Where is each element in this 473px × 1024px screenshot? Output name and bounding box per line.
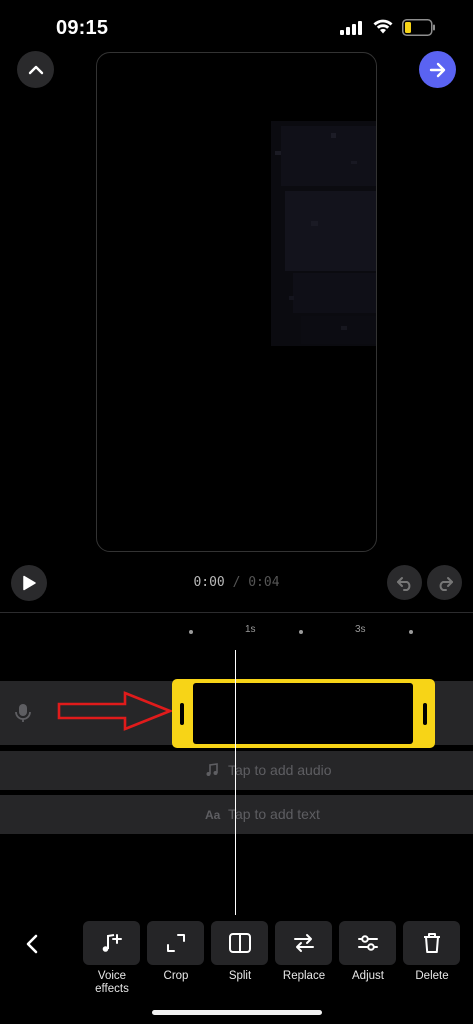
- ruler-label: 1s: [245, 624, 256, 635]
- next-button[interactable]: [419, 51, 456, 88]
- ruler-tick: [409, 630, 413, 634]
- battery-icon: [402, 19, 435, 36]
- time-separator: /: [232, 575, 241, 590]
- text-icon: Aa: [205, 808, 221, 822]
- sliders-icon: [357, 935, 378, 951]
- delete-icon-box: [403, 921, 460, 965]
- chevron-left-icon: [26, 934, 38, 954]
- home-indicator[interactable]: [152, 1010, 322, 1015]
- adjust-icon-box: [339, 921, 396, 965]
- add-audio-label: Tap to add audio: [228, 762, 332, 778]
- status-time: 09:15: [56, 17, 109, 39]
- status-bar: 09:15: [0, 0, 473, 56]
- voice-effects-icon-box: [83, 921, 140, 965]
- adjust-button[interactable]: Adjust: [339, 921, 397, 983]
- annotation-arrow: [57, 691, 173, 731]
- add-text-label: Tap to add text: [228, 806, 320, 822]
- replace-label: Replace: [282, 970, 326, 982]
- collapse-button[interactable]: [17, 51, 54, 88]
- undo-icon: [396, 576, 410, 591]
- video-clip[interactable]: [172, 679, 435, 748]
- chevron-up-icon: [28, 65, 43, 74]
- current-time: 0:00: [193, 575, 225, 590]
- playhead[interactable]: [235, 650, 236, 915]
- timeline-ruler: 1s 3s: [0, 620, 473, 644]
- delete-label: Delete: [415, 970, 449, 982]
- split-icon: [228, 933, 251, 953]
- redo-icon: [439, 576, 453, 591]
- total-duration: 0:04: [248, 575, 280, 590]
- text-track[interactable]: Aa Tap to add text: [0, 795, 473, 834]
- ruler-tick: [189, 630, 193, 634]
- undo-button[interactable]: [387, 565, 422, 600]
- crop-icon-box: [147, 921, 204, 965]
- preview-video-content: [271, 121, 376, 346]
- wifi-icon: [373, 19, 393, 34]
- trash-icon: [423, 933, 440, 953]
- ruler-tick: [299, 630, 303, 634]
- music-note-icon: [206, 763, 218, 776]
- crop-button[interactable]: Crop: [147, 921, 205, 983]
- clip-left-trim-handle[interactable]: [180, 703, 184, 725]
- voice-effects-button[interactable]: Voice effects: [83, 921, 141, 996]
- audio-track[interactable]: Tap to add audio: [0, 751, 473, 790]
- cellular-signal-icon: [340, 21, 362, 35]
- clip-thumbnail: [193, 683, 413, 744]
- replace-icon: [293, 934, 314, 952]
- crop-icon: [166, 934, 185, 952]
- back-button[interactable]: [20, 930, 44, 958]
- voice-effects-label: Voice effects: [95, 970, 129, 995]
- split-button[interactable]: Split: [211, 921, 269, 983]
- divider: [0, 612, 473, 613]
- ruler-label: 3s: [355, 624, 366, 635]
- redo-button[interactable]: [427, 565, 462, 600]
- crop-label: Crop: [163, 970, 189, 982]
- delete-button[interactable]: Delete: [403, 921, 461, 983]
- split-icon-box: [211, 921, 268, 965]
- microphone-icon[interactable]: [14, 703, 32, 723]
- replace-button[interactable]: Replace: [275, 921, 333, 983]
- replace-icon-box: [275, 921, 332, 965]
- music-note-plus-icon: [102, 934, 122, 952]
- arrow-right-icon: [429, 62, 445, 77]
- video-preview[interactable]: [96, 52, 377, 552]
- split-label: Split: [228, 970, 252, 982]
- adjust-label: Adjust: [352, 970, 384, 982]
- clip-right-trim-handle[interactable]: [423, 703, 427, 725]
